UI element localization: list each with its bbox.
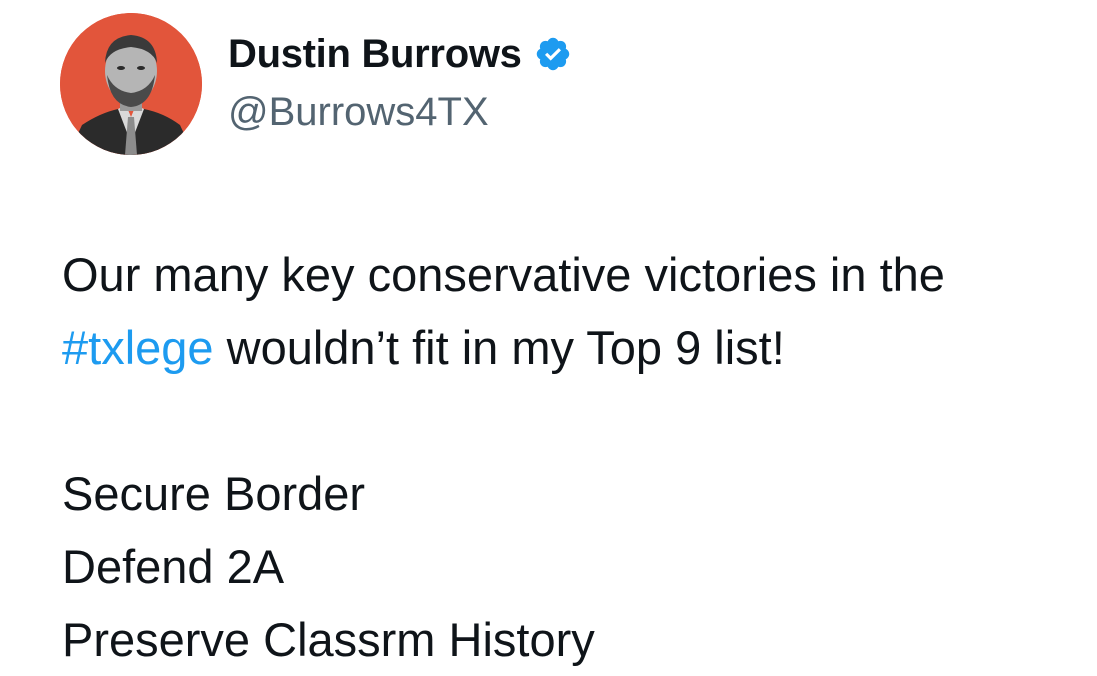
tweet-line-1: Our many key conservative victories in t… [62,248,945,301]
hashtag-link[interactable]: #txlege [62,321,214,374]
author-name-row: Dustin Burrows [228,30,572,78]
tweet-line-2: #txlege wouldn’t fit in my Top 9 list! [62,311,1092,384]
author-display-name[interactable]: Dustin Burrows [228,32,522,77]
list-item: Preserve Classrm History [62,613,595,666]
avatar-portrait-icon [60,13,202,155]
author-handle[interactable]: @Burrows4TX [228,90,489,135]
verified-badge-icon[interactable] [534,35,572,73]
tweet-text: Our many key conservative victories in t… [62,238,1092,676]
tweet-card: Dustin Burrows @Burrows4TX Our many key … [0,0,1097,666]
list-item: Secure Border [62,467,366,520]
tweet-line-2-text: wouldn’t fit in my Top 9 list! [213,321,785,374]
avatar[interactable] [60,13,202,155]
list-item: Defend 2A [62,540,285,593]
paragraph-break [62,384,1092,457]
